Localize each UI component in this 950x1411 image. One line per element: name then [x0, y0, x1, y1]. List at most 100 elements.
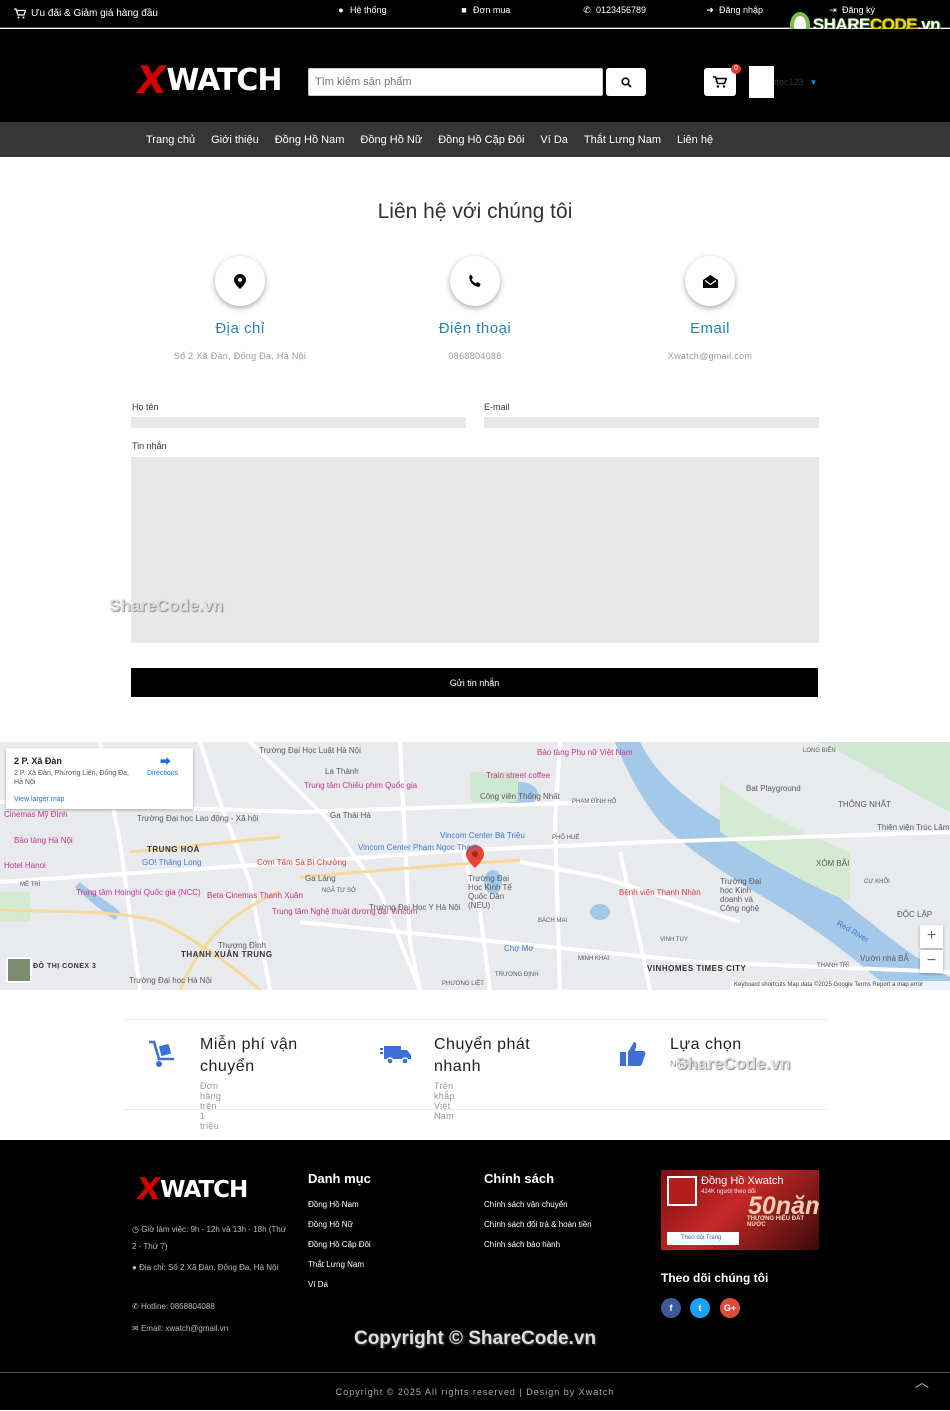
map-label: PHỐ HUẾ: [552, 835, 580, 841]
cart-icon: [14, 8, 26, 19]
footer-policy-link[interactable]: Chính sách đổi trả & hoàn tiền: [484, 1220, 592, 1229]
footer-policies: Chính sách Chính sách vận chuyển Chính s…: [484, 1171, 592, 1260]
delivery-truck-icon: [380, 1046, 411, 1065]
nav-women-watches[interactable]: Đồng Hồ Nữ: [360, 134, 422, 146]
nav-wallets[interactable]: Ví Da: [540, 134, 568, 146]
fb-page-logo: [667, 1176, 697, 1206]
phone-icon: ✆: [132, 1302, 141, 1311]
footer-policy-link[interactable]: Chính sách vận chuyển: [484, 1200, 592, 1209]
facebook-page-widget[interactable]: Đồng Hồ Xwatch 424K người theo dõi 50năm…: [661, 1170, 819, 1250]
back-to-top-button[interactable]: ︿: [915, 1372, 929, 1392]
feature-title: Lựa chọn: [670, 1036, 742, 1053]
zoom-in-button[interactable]: +: [920, 925, 943, 948]
name-field[interactable]: [131, 417, 466, 428]
message-textarea[interactable]: [131, 457, 819, 643]
map-label: Trường Đại học Hà Nội: [129, 976, 212, 985]
map-label: MINH KHAI: [578, 956, 610, 962]
sharecode-watermark: ShareCode.vn: [109, 596, 224, 615]
nav-about[interactable]: Giới thiệu: [211, 134, 259, 146]
site-logo[interactable]: X WATCH: [133, 58, 283, 102]
map-label: LONG BIÊN: [803, 748, 836, 754]
nav-belts[interactable]: Thắt Lưng Nam: [584, 134, 661, 146]
map-label: THANH XUÂN TRUNG: [181, 950, 273, 959]
map-label: THANH TRÌ: [817, 963, 849, 969]
system-link[interactable]: ● Hệ thống: [336, 5, 386, 15]
footer-category-link[interactable]: Đồng Hồ Nam: [308, 1200, 371, 1209]
main-nav: Trang chủ Giới thiệu Đồng Hồ Nam Đồng Hồ…: [0, 122, 950, 157]
nav-men-watches[interactable]: Đồng Hồ Nam: [275, 134, 345, 146]
map-place-address: 2 P. Xã Đàn, Phương Liên, Đống Đa, Hà Nộ…: [14, 770, 129, 786]
phone-icon: ✆: [583, 5, 591, 15]
features-strip: Miễn phí vận chuyển Đơn hàng trên 1 triệ…: [124, 1019, 827, 1131]
map-label: Trung tâm Chiếu phim Quốc gia: [304, 781, 418, 790]
search-button[interactable]: [606, 68, 646, 96]
chevron-down-icon: ▼: [809, 77, 818, 87]
map-label: PHƯƠNG LIỆT: [442, 981, 484, 987]
email-label: E-mail: [484, 402, 510, 412]
feature-subtitle: Đơn hàng trên 1 triệu: [200, 1081, 222, 1131]
phone-card: Điện thoại 0868804088: [375, 256, 575, 361]
footer-policy-link[interactable]: Chính sách bảo hành: [484, 1240, 592, 1249]
user-menu[interactable]: ttoc123 ▼: [774, 77, 817, 87]
map-label: Chợ Mơ: [504, 944, 534, 953]
footer-bottom-bar: Copyright © 2025 All rights reserved | D…: [0, 1372, 950, 1410]
map-label: Ga Thái Hà: [330, 811, 371, 820]
map-marker-icon: [234, 273, 246, 289]
clock-icon: ◷: [132, 1225, 142, 1234]
map-label: ĐÔ THỊ CONEX 3: [33, 963, 97, 970]
footer-category-link[interactable]: Thắt Lưng Nam: [308, 1260, 371, 1269]
search-icon: [620, 76, 632, 88]
footer-category-link[interactable]: Ví Da: [308, 1280, 371, 1289]
phone-link[interactable]: ✆ 0123456789: [582, 5, 646, 15]
fb-follow-button[interactable]: Theo dõi Trang: [667, 1232, 739, 1245]
message-label: Tin nhắn: [132, 441, 167, 451]
phone-text: 0868804088: [448, 351, 502, 361]
directions-link[interactable]: Directions: [147, 770, 178, 777]
map-label: Thiên viện Trúc Lâm Sùng Phúc: [877, 823, 950, 832]
login-link[interactable]: ➜ Đăng nhập: [705, 5, 763, 15]
map-label: Trường Đại Học Luật Hà Nội: [259, 746, 361, 755]
follow-us-title: Theo dõi chúng tôi: [661, 1271, 769, 1285]
google-map[interactable]: Trường Đại Học Luật Hà Nội La Thành Trun…: [0, 742, 950, 990]
map-label: TRUNG HOÀ: [147, 845, 200, 854]
map-label: Bảo tàng Phụ nữ Việt Nam: [537, 748, 633, 757]
map-label: Công viên Thống Nhất: [480, 792, 560, 801]
footer-logo[interactable]: X WATCH: [135, 1172, 249, 1207]
thumbs-up-icon: [620, 1042, 646, 1066]
page-title: Liên hệ với chúng tôi: [377, 200, 573, 223]
email-field[interactable]: [484, 417, 819, 428]
footer-address: ● Địa chỉ: Số 2 Xã Đàn, Đống Đa, Hà Nội: [132, 1263, 279, 1272]
footer-category-link[interactable]: Đồng Hồ Cặp Đôi: [308, 1240, 371, 1249]
footer-category-link[interactable]: Đồng Hồ Nữ: [308, 1220, 371, 1229]
view-larger-map-link[interactable]: View larger map: [14, 796, 64, 803]
orders-link[interactable]: ■ Đơn mua: [459, 5, 510, 15]
map-label: Vườn nhà BÃ: [860, 954, 909, 963]
sharecode-watermark: ShareCode.vn: [676, 1054, 791, 1073]
satellite-toggle[interactable]: [6, 957, 32, 983]
map-label: Cơm Tấm Sà Bì Chưởng: [257, 858, 347, 867]
map-label: THÔNG NHẤT: [838, 800, 891, 809]
map-label: PHẠM ĐÌNH HỔ: [572, 799, 617, 805]
truck-icon: ■: [461, 5, 467, 15]
logo-x: X: [133, 58, 170, 102]
map-label: Beta Cinemas Thanh Xuân: [207, 891, 303, 900]
facebook-icon[interactable]: f: [661, 1298, 681, 1318]
google-plus-icon[interactable]: G+: [720, 1298, 740, 1318]
site-header: X WATCH Tìm kiếm sản phẩm 0 ttoc123 ▼: [0, 29, 950, 122]
phone-icon-circle: [450, 256, 500, 306]
send-message-button[interactable]: Gửi tin nhắn: [131, 668, 818, 697]
search-input[interactable]: Tìm kiếm sản phẩm: [308, 68, 603, 96]
twitter-icon[interactable]: t: [690, 1298, 710, 1318]
fb-banner-slogan: THƯƠNG HIỆU ĐẤT NƯỚC: [747, 1216, 805, 1228]
zoom-out-button[interactable]: −: [920, 950, 943, 973]
map-label: Cinemas Mỹ Đình: [4, 810, 68, 819]
avatar[interactable]: [749, 66, 774, 98]
email-title: Email: [689, 320, 730, 337]
directions-icon: ⮕: [160, 756, 171, 768]
map-label: Trung tâm Hoinghi Quốc gia (NCC): [76, 888, 201, 897]
nav-contact[interactable]: Liên hệ: [677, 134, 713, 146]
footer-hotline: ✆ Hotline: 0868804088: [132, 1302, 215, 1311]
nav-couple-watches[interactable]: Đồng Hồ Cặp Đôi: [438, 134, 524, 146]
nav-home[interactable]: Trang chủ: [146, 134, 195, 146]
map-label: Bảo tàng Hà Nội: [14, 836, 73, 845]
